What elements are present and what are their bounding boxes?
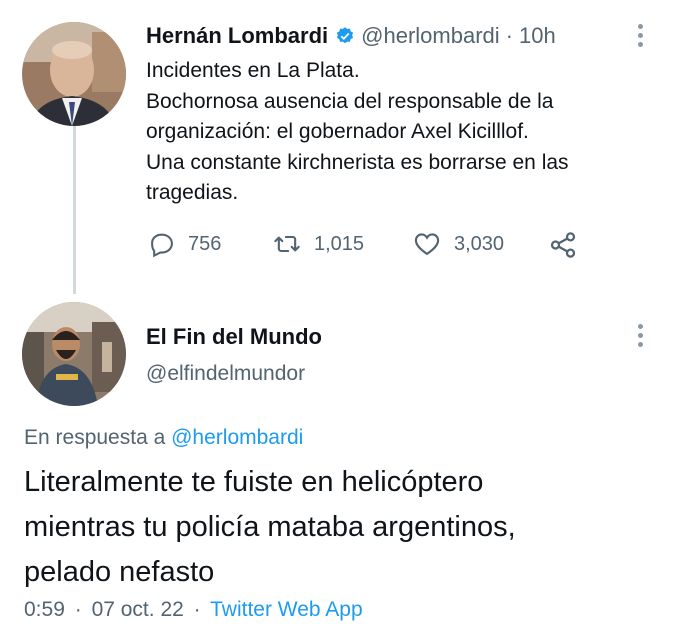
like-button[interactable]: 3,030: [412, 230, 504, 258]
retweet-button[interactable]: 1,015: [272, 230, 364, 258]
reply-context: En respuesta a @herlombardi: [24, 426, 303, 450]
avatar-el-fin-del-mundo[interactable]: [22, 302, 126, 406]
like-icon: [414, 233, 440, 256]
more-icon[interactable]: [638, 324, 644, 351]
retweet-icon: [274, 235, 300, 253]
tweet1-handle[interactable]: @herlombardi: [361, 23, 500, 49]
reply-count: 756: [188, 232, 222, 255]
like-count: 3,030: [454, 232, 505, 255]
reply-context-prefix: En respuesta a: [24, 426, 166, 449]
share-icon: [550, 232, 576, 258]
tweet2-meta: 0:59 · 07 oct. 22 · Twitter Web App: [24, 598, 363, 622]
reply-icon: [151, 233, 173, 258]
retweet-count: 1,015: [314, 232, 365, 255]
avatar-photo: [22, 22, 126, 126]
avatar-hernan-lombardi[interactable]: [22, 22, 126, 126]
tweet2-date[interactable]: 07 oct. 22: [92, 598, 184, 621]
tweet2-text: Literalmente te fuiste en helicóptero mi…: [24, 466, 516, 588]
tweet1-author-name[interactable]: Hernán Lombardi: [146, 23, 328, 49]
meta-separator: ·: [74, 598, 82, 621]
tweet1-header: Hernán Lombardi @herlombardi · 10h: [146, 23, 556, 49]
avatar-photo: [22, 302, 126, 406]
verified-badge-icon: [337, 27, 354, 44]
reply-to-link[interactable]: @herlombardi: [171, 426, 303, 449]
more-icon[interactable]: [638, 24, 644, 51]
tweet2-author-name[interactable]: El Fin del Mundo: [146, 324, 322, 350]
thread-connector-line: [73, 126, 76, 294]
meta-separator: ·: [193, 598, 201, 621]
tweet1-text: Incidentes en La Plata. Bochornosa ausen…: [146, 59, 569, 204]
tweet1-separator: ·: [505, 23, 513, 48]
reply-button[interactable]: 756: [148, 230, 221, 258]
tweet2-time[interactable]: 0:59: [24, 598, 65, 621]
tweet1-time[interactable]: 10h: [519, 23, 556, 49]
share-button[interactable]: [548, 230, 578, 260]
tweet2-handle[interactable]: @elfindelmundor: [146, 362, 305, 386]
tweet2-source-link[interactable]: Twitter Web App: [210, 598, 363, 621]
